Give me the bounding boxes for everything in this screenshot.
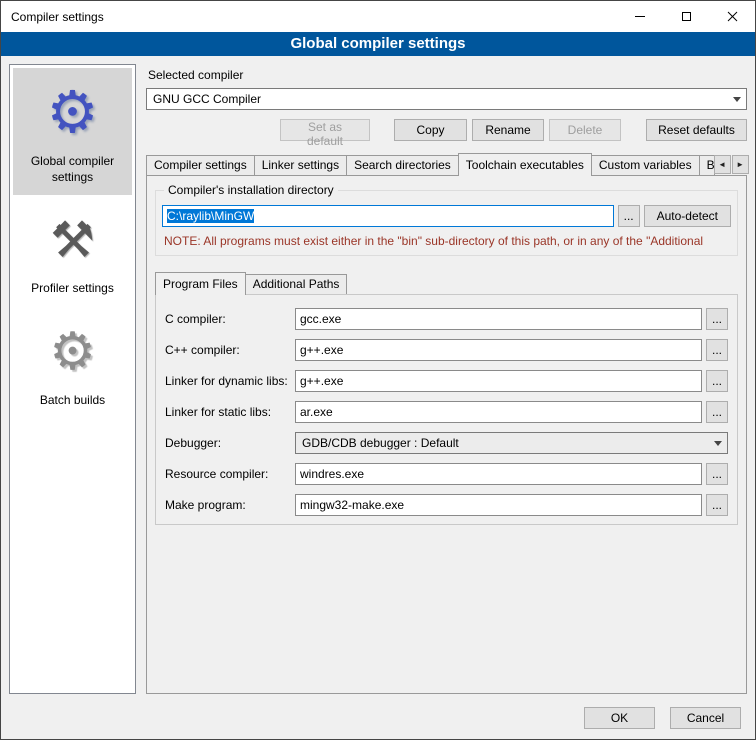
close-icon [727,11,738,22]
page-title: Global compiler settings [1,32,755,56]
cpp-compiler-input[interactable]: g++.exe [295,339,702,361]
compiler-settings-window: Compiler settings Global compiler settin… [0,0,756,740]
program-files-panel: C compiler: gcc.exe ... C++ compiler: g+… [155,294,738,525]
resource-compiler-browse-button[interactable]: ... [706,463,728,485]
form-row-dynamic-linker: Linker for dynamic libs: g++.exe ... [165,370,728,392]
sidebar-item-profiler-settings[interactable]: ⚒ Profiler settings [13,195,132,307]
auto-detect-button[interactable]: Auto-detect [644,205,731,227]
tab-scroll-buttons: ◄ ► [714,155,749,175]
selected-compiler-dropdown[interactable]: GNU GCC Compiler [146,88,747,110]
cpp-compiler-value: g++.exe [300,343,343,357]
rename-button[interactable]: Rename [472,119,544,141]
c-compiler-browse-button[interactable]: ... [706,308,728,330]
resource-compiler-input[interactable]: windres.exe [295,463,702,485]
tab-scroll-left-icon[interactable]: ◄ [714,155,731,174]
form-row-make-program: Make program: mingw32-make.exe ... [165,494,728,516]
tab-linker-settings[interactable]: Linker settings [254,155,347,175]
dynamic-linker-input[interactable]: g++.exe [295,370,702,392]
chevron-down-icon [728,89,746,109]
sidebar: ⚙ Global compiler settings ⚒ Profiler se… [9,64,136,694]
sidebar-item-label: Global compiler settings [15,150,130,185]
form-row-cpp-compiler: C++ compiler: g++.exe ... [165,339,728,361]
tab-search-directories[interactable]: Search directories [346,155,459,175]
program-files-tabs: Program Files Additional Paths [155,272,738,294]
install-dir-input[interactable]: C:\raylib\MinGW [162,205,614,227]
installation-directory-group: Compiler's installation directory C:\ray… [155,190,738,256]
tab-toolchain-executables[interactable]: Toolchain executables [458,153,592,176]
settings-tabs: Compiler settings Linker settings Search… [146,153,747,175]
dynamic-linker-value: g++.exe [300,374,343,388]
make-program-label: Make program: [165,498,291,512]
make-program-input[interactable]: mingw32-make.exe [295,494,702,516]
c-compiler-value: gcc.exe [300,312,341,326]
tab-program-files[interactable]: Program Files [155,272,246,295]
debugger-label: Debugger: [165,436,291,450]
gear-icon: ⚙ [15,76,130,150]
sidebar-item-global-compiler-settings[interactable]: ⚙ Global compiler settings [13,68,132,195]
bin-subdirectory-note: NOTE: All programs must exist either in … [164,234,729,248]
tab-additional-paths[interactable]: Additional Paths [245,274,348,294]
toolchain-executables-panel: Compiler's installation directory C:\ray… [146,175,747,694]
tab-scroll-right-icon[interactable]: ► [732,155,749,174]
static-linker-input[interactable]: ar.exe [295,401,702,423]
titlebar: Compiler settings [1,1,755,32]
maximize-button[interactable] [663,1,709,32]
tab-compiler-settings[interactable]: Compiler settings [146,155,255,175]
titlebar-buttons [617,1,755,32]
compiler-action-buttons: Set as default Copy Rename Delete Reset … [146,119,747,141]
sidebar-item-label: Batch builds [15,389,130,409]
dynamic-linker-label: Linker for dynamic libs: [165,374,291,388]
form-row-c-compiler: C compiler: gcc.exe ... [165,308,728,330]
form-row-debugger: Debugger: GDB/CDB debugger : Default [165,432,728,454]
selected-compiler-value: GNU GCC Compiler [153,92,261,106]
cpp-compiler-label: C++ compiler: [165,343,291,357]
ok-button[interactable]: OK [584,707,655,729]
c-compiler-label: C compiler: [165,312,291,326]
minimize-icon [635,16,645,17]
resource-compiler-value: windres.exe [300,467,364,481]
copy-button[interactable]: Copy [394,119,467,141]
install-dir-browse-button[interactable]: ... [618,205,640,227]
cancel-button[interactable]: Cancel [670,707,741,729]
make-program-value: mingw32-make.exe [300,498,404,512]
c-compiler-input[interactable]: gcc.exe [295,308,702,330]
sidebar-item-batch-builds[interactable]: ⚙ Batch builds [13,307,132,419]
install-dir-value: C:\raylib\MinGW [167,209,254,223]
static-linker-browse-button[interactable]: ... [706,401,728,423]
program-files-section: Program Files Additional Paths C compile… [155,272,738,525]
minimize-button[interactable] [617,1,663,32]
tab-custom-variables[interactable]: Custom variables [591,155,700,175]
make-program-browse-button[interactable]: ... [706,494,728,516]
static-linker-label: Linker for static libs: [165,405,291,419]
installation-directory-legend: Compiler's installation directory [164,183,338,197]
dynamic-linker-browse-button[interactable]: ... [706,370,728,392]
tab-build-options[interactable]: Buil [699,155,715,175]
delete-button[interactable]: Delete [549,119,621,141]
cpp-compiler-browse-button[interactable]: ... [706,339,728,361]
chevron-down-icon [709,433,727,453]
static-linker-value: ar.exe [300,405,333,419]
batch-gears-icon: ⚙ [15,315,130,389]
reset-defaults-button[interactable]: Reset defaults [646,119,747,141]
profiler-tool-icon: ⚒ [15,203,130,277]
set-as-default-button[interactable]: Set as default [280,119,370,141]
form-row-static-linker: Linker for static libs: ar.exe ... [165,401,728,423]
sidebar-item-label: Profiler settings [15,277,130,297]
maximize-icon [682,12,691,21]
main-content: Selected compiler GNU GCC Compiler Set a… [146,64,747,694]
window-title: Compiler settings [1,10,104,24]
debugger-value: GDB/CDB debugger : Default [302,436,459,450]
resource-compiler-label: Resource compiler: [165,467,291,481]
selected-compiler-label: Selected compiler [148,68,747,82]
form-row-resource-compiler: Resource compiler: windres.exe ... [165,463,728,485]
debugger-select[interactable]: GDB/CDB debugger : Default [295,432,728,454]
dialog-footer: OK Cancel [1,702,755,739]
dialog-body: ⚙ Global compiler settings ⚒ Profiler se… [1,56,755,702]
close-button[interactable] [709,1,755,32]
installation-directory-row: C:\raylib\MinGW ... Auto-detect [162,205,731,227]
